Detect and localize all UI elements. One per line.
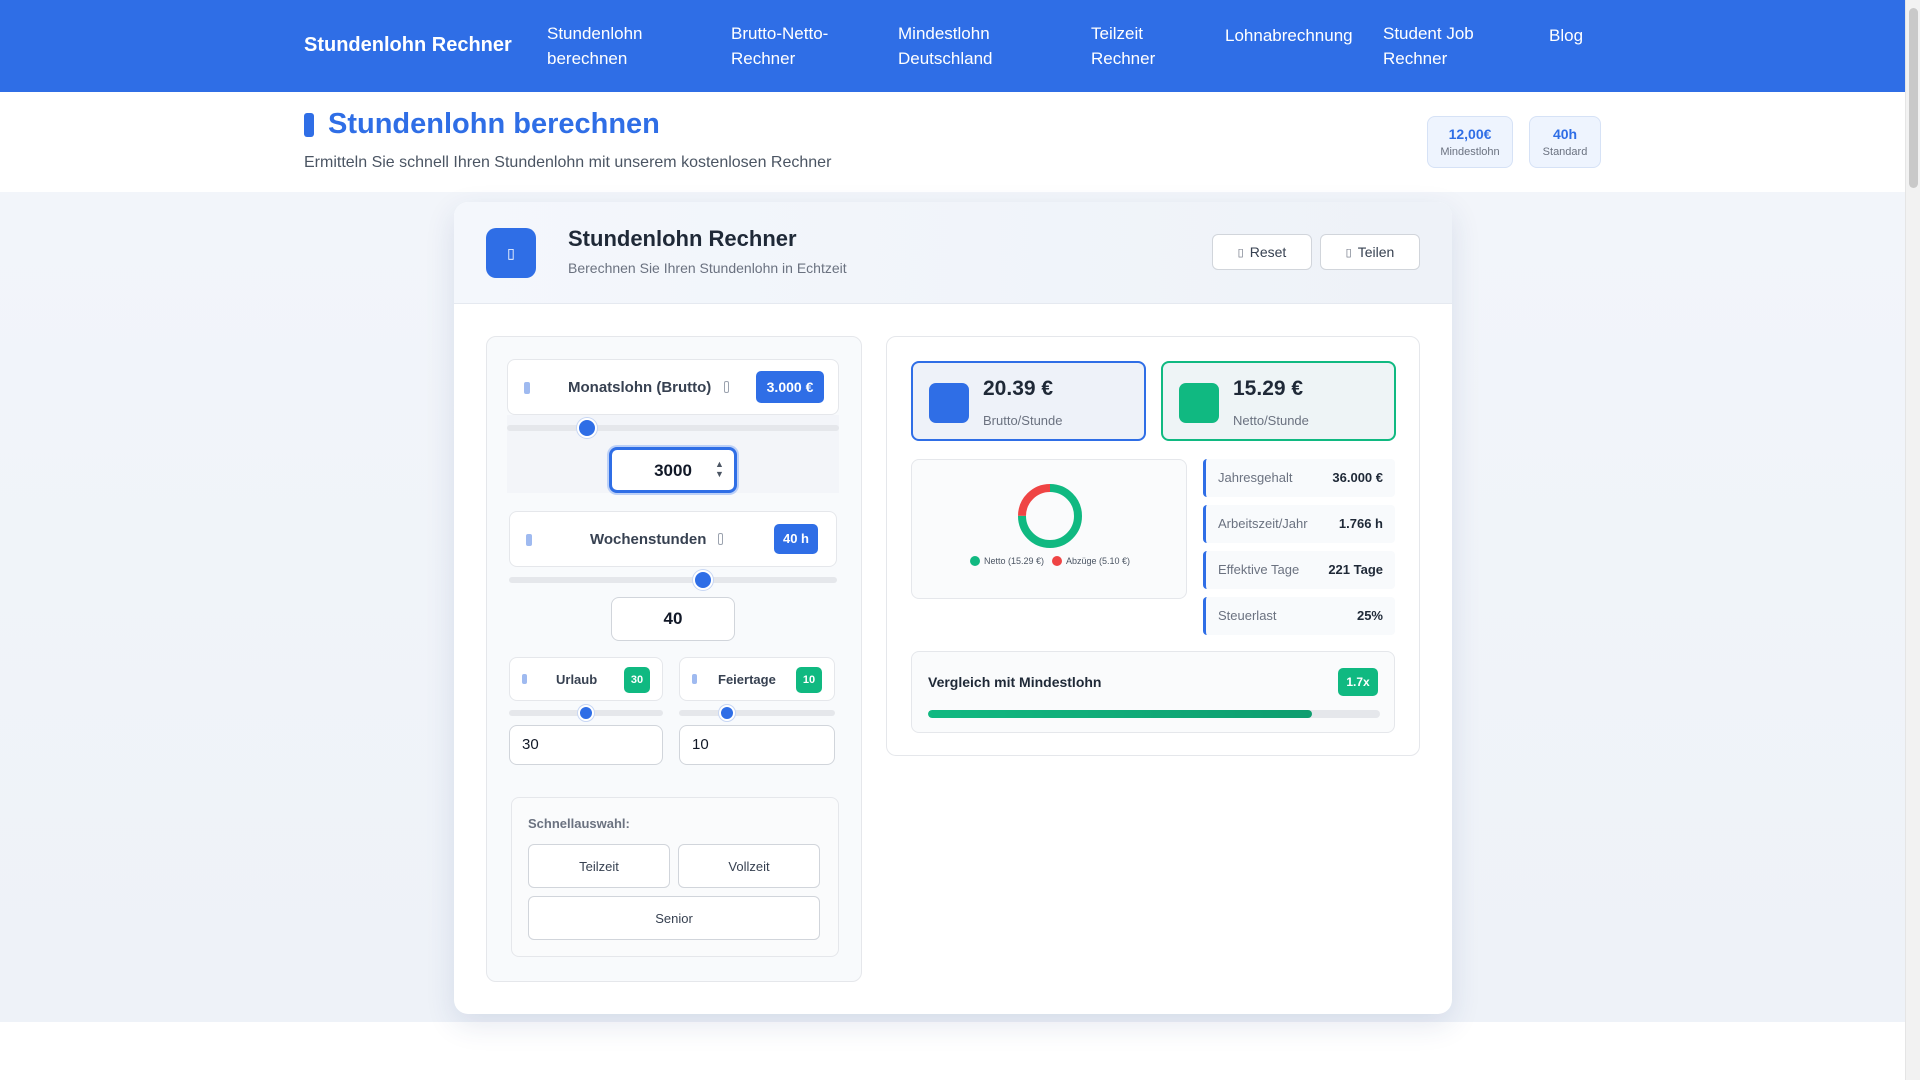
wallet-icon xyxy=(1179,383,1219,423)
nav-item-teilzeit[interactable]: Teilzeit Rechner xyxy=(1091,21,1201,71)
donut-chart xyxy=(1018,484,1082,548)
clock-icon xyxy=(526,534,532,546)
monthly-salary-header: Monatslohn (Brutto) 3.000 € xyxy=(507,359,839,415)
nav-item-stundenlohn[interactable]: Stundenlohn berechnen xyxy=(547,21,697,71)
nav-item-brutto-netto[interactable]: Brutto-Netto- Rechner xyxy=(731,21,871,71)
results-panel: 20.39 € Brutto/Stunde 15.29 € Netto/Stun… xyxy=(886,336,1420,756)
weekly-hours-label: Wochenstunden xyxy=(590,531,707,548)
net-hourly-label: Netto/Stunde xyxy=(1233,413,1309,428)
comparison-title: Vergleich mit Mindestlohn xyxy=(928,674,1102,690)
net-color-dot xyxy=(969,556,980,566)
page-header: Stundenlohn berechnen Ermitteln Sie schn… xyxy=(0,92,1905,192)
comparison-progress-bar xyxy=(928,710,1380,718)
holidays-badge: 10 xyxy=(796,667,822,693)
minimum-wage-comparison: Vergleich mit Mindestlohn 1.7x xyxy=(911,651,1395,733)
calculator-icon: ▯ xyxy=(486,228,536,278)
vacation-badge: 30 xyxy=(624,667,650,693)
page-title: Stundenlohn berechnen xyxy=(304,108,660,141)
gross-hourly-label: Brutto/Stunde xyxy=(983,413,1063,428)
info-icon[interactable] xyxy=(718,533,723,545)
calculator-title: Stundenlohn Rechner xyxy=(568,226,797,251)
quick-select: Schnellauswahl: Teilzeit Vollzeit Senior xyxy=(511,797,839,957)
monthly-salary-input-area: 3000 ▲ ▼ xyxy=(507,415,839,493)
quick-vollzeit-button[interactable]: Vollzeit xyxy=(678,844,820,888)
nav-item-blog[interactable]: Blog xyxy=(1549,23,1609,48)
monthly-salary-badge: 3.000 € xyxy=(756,371,824,403)
holidays-input[interactable]: 10 xyxy=(679,725,835,765)
nav-item-lohnabrechnung[interactable]: Lohnabrechnung xyxy=(1225,23,1365,48)
calculator-icon xyxy=(304,112,314,137)
share-button[interactable]: ▯ Teilen xyxy=(1320,234,1420,270)
net-hourly-card: 15.29 € Netto/Stunde xyxy=(1161,361,1396,441)
calculator-card: ▯ Stundenlohn Rechner Berechnen Sie Ihre… xyxy=(454,202,1452,1014)
comparison-progress-fill xyxy=(928,710,1313,718)
weekly-hours-slider[interactable] xyxy=(509,577,837,583)
donut-legend: Netto (15.29 €) Abzüge (5.10 €) xyxy=(912,556,1188,566)
vertical-scrollbar[interactable] xyxy=(1905,0,1920,1080)
scrollbar-thumb[interactable] xyxy=(1909,8,1918,188)
monthly-salary-slider-handle[interactable] xyxy=(576,418,597,438)
vacation-input[interactable]: 30 xyxy=(509,725,663,765)
vacation-slider-handle[interactable] xyxy=(578,705,594,721)
nav-item-mindestlohn[interactable]: Mindestlohn Deutschland xyxy=(898,21,1048,71)
quick-select-title: Schnellauswahl: xyxy=(528,816,630,831)
legend-net: Netto (15.29 €) xyxy=(969,556,1044,566)
top-navbar: Stundenlohn Rechner Stundenlohn berechne… xyxy=(0,0,1905,92)
brand-logo[interactable]: Stundenlohn Rechner xyxy=(304,34,512,57)
gross-hourly-value: 20.39 € xyxy=(983,377,1054,400)
info-pill-mindestlohn: 12,00€ Mindestlohn xyxy=(1427,116,1513,168)
reset-icon: ▯ xyxy=(1237,246,1244,259)
page-subtitle: Ermitteln Sie schnell Ihren Stundenlohn … xyxy=(304,154,832,171)
info-pill-standard: 40h Standard xyxy=(1529,116,1601,168)
euro-icon xyxy=(929,383,969,423)
vacation-label: Urlaub xyxy=(556,672,598,687)
info-icon[interactable] xyxy=(724,381,729,393)
footer-area xyxy=(0,1022,1905,1080)
vacation-header: Urlaub 30 xyxy=(509,657,663,701)
reset-button[interactable]: ▯ Reset xyxy=(1212,234,1312,270)
legend-deductions: Abzüge (5.10 €) xyxy=(1052,556,1130,566)
deductions-color-dot xyxy=(1052,556,1062,566)
breakdown-chart: Netto (15.29 €) Abzüge (5.10 €) xyxy=(911,459,1187,599)
holidays-header: Feiertage 10 xyxy=(679,657,835,701)
nav-item-student-job[interactable]: Student Job Rechner xyxy=(1383,21,1513,71)
weekly-hours-slider-handle[interactable] xyxy=(692,570,713,590)
weekly-hours-input[interactable]: 40 xyxy=(611,597,735,641)
comparison-badge: 1.7x xyxy=(1338,668,1378,696)
share-icon: ▯ xyxy=(1345,246,1352,259)
calculator-header: ▯ Stundenlohn Rechner Berechnen Sie Ihre… xyxy=(454,202,1452,304)
calculator-subtitle: Berechnen Sie Ihren Stundenlohn in Echtz… xyxy=(568,260,847,276)
quick-senior-button[interactable]: Senior xyxy=(528,896,820,940)
stat-annual-salary: Jahresgehalt 36.000 € xyxy=(1203,459,1395,497)
weekly-hours-badge: 40 h xyxy=(774,524,818,554)
weekly-hours-header: Wochenstunden 40 h xyxy=(509,511,837,567)
net-hourly-value: 15.29 € xyxy=(1233,377,1304,400)
holidays-slider-handle[interactable] xyxy=(719,705,736,721)
holidays-slider[interactable] xyxy=(679,710,835,716)
gross-hourly-card: 20.39 € Brutto/Stunde xyxy=(911,361,1146,441)
holidays-label: Feiertage xyxy=(718,672,776,687)
stepper-arrows-icon[interactable]: ▲ ▼ xyxy=(715,459,724,479)
euro-icon xyxy=(524,382,530,394)
beach-icon xyxy=(522,674,527,684)
input-panel: Monatslohn (Brutto) 3.000 € 3000 ▲ ▼ Woch… xyxy=(486,336,862,982)
quick-teilzeit-button[interactable]: Teilzeit xyxy=(528,844,670,888)
stat-tax-burden: Steuerlast 25% xyxy=(1203,597,1395,635)
monthly-salary-label: Monatslohn (Brutto) xyxy=(568,379,712,396)
calendar-icon xyxy=(692,674,697,684)
monthly-salary-slider[interactable] xyxy=(507,425,839,431)
stat-effective-days: Effektive Tage 221 Tage xyxy=(1203,551,1395,589)
stat-annual-hours: Arbeitszeit/Jahr 1.766 h xyxy=(1203,505,1395,543)
